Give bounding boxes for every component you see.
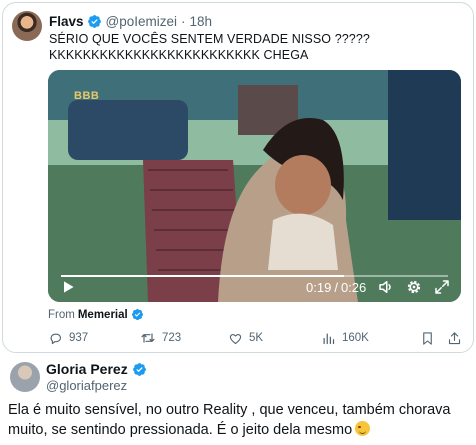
share-button[interactable] <box>447 328 462 348</box>
tweet-text: Ela é muito sensível, no outro Reality ,… <box>8 402 451 438</box>
repost-icon <box>141 333 155 343</box>
bookmark-button[interactable] <box>420 328 435 348</box>
share-icon <box>448 331 461 344</box>
current-time: 0:19 <box>306 280 332 295</box>
author-handle[interactable]: @poIemizei <box>106 14 177 29</box>
source-account[interactable]: Memerial <box>78 309 128 321</box>
quoted-tweet[interactable]: Flavs @poIemizei · 18h SÉRIO QUE VOCÊS S… <box>2 2 474 353</box>
like-button[interactable]: 5K <box>228 328 263 348</box>
volume-icon <box>379 281 391 293</box>
from-label: From <box>48 308 75 321</box>
separator-dot: · <box>181 13 186 29</box>
verified-badge-icon <box>87 14 102 29</box>
mute-button[interactable] <box>376 277 396 297</box>
reply-count: 937 <box>69 332 89 344</box>
analytics-icon <box>323 333 335 344</box>
repost-button[interactable]: 723 <box>140 328 181 348</box>
reply-button[interactable]: 937 <box>48 328 88 348</box>
reply-tweet[interactable]: Gloria Perez @gloriafperez Ela é muito s… <box>0 354 476 445</box>
expand-icon <box>435 280 449 294</box>
quoted-tweet-text: SÉRIO QUE VOCÊS SENTEM VERDADE NISSO ???… <box>49 31 469 63</box>
verified-badge-icon <box>131 308 144 321</box>
quoted-tweet-header: Flavs @poIemizei · 18h <box>49 13 212 29</box>
avatar[interactable] <box>10 362 40 392</box>
video-frame <box>48 70 461 302</box>
tweet-text-line-1: SÉRIO QUE VOCÊS SENTEM VERDADE NISSO ???… <box>49 32 370 46</box>
bookmark-icon <box>423 331 432 345</box>
view-count: 160K <box>342 332 369 344</box>
channel-logo: BBB <box>74 90 100 102</box>
reply-tweet-text: Ela é muito sensível, no outro Reality ,… <box>8 400 470 440</box>
tweet-text-line-2: KKKKKKKKKKKKKKKKKKKKKKKKK CHEGA <box>49 48 309 62</box>
time-separator: / <box>334 280 338 295</box>
heart-icon <box>229 333 242 344</box>
repost-count: 723 <box>162 332 182 344</box>
video-time: 0:19 / 0:26 <box>306 280 366 295</box>
gear-icon <box>407 280 421 294</box>
video-player[interactable]: BBB 0:19 / 0:26 <box>48 70 461 302</box>
reply-icon <box>50 333 62 344</box>
author-name[interactable]: Gloria Perez <box>46 361 128 377</box>
avatar[interactable] <box>12 11 42 41</box>
views-button[interactable]: 160K <box>321 328 369 348</box>
timestamp[interactable]: 18h <box>190 14 213 29</box>
duration: 0:26 <box>340 280 367 295</box>
settings-button[interactable] <box>404 277 424 297</box>
verified-badge-icon <box>132 362 147 377</box>
tweet-actions: 937 723 5K 160K <box>48 328 463 348</box>
play-icon <box>64 281 74 293</box>
play-button[interactable] <box>58 277 78 297</box>
video-progress-fill <box>61 275 344 277</box>
fullscreen-button[interactable] <box>432 277 452 297</box>
like-count: 5K <box>249 332 264 344</box>
video-attribution: From Memerial <box>48 308 148 321</box>
author-handle[interactable]: @gloriafperez <box>46 378 127 393</box>
author-name[interactable]: Flavs <box>49 14 84 29</box>
wink-face-emoji <box>355 421 371 436</box>
author-name-row: Gloria Perez <box>46 361 151 377</box>
